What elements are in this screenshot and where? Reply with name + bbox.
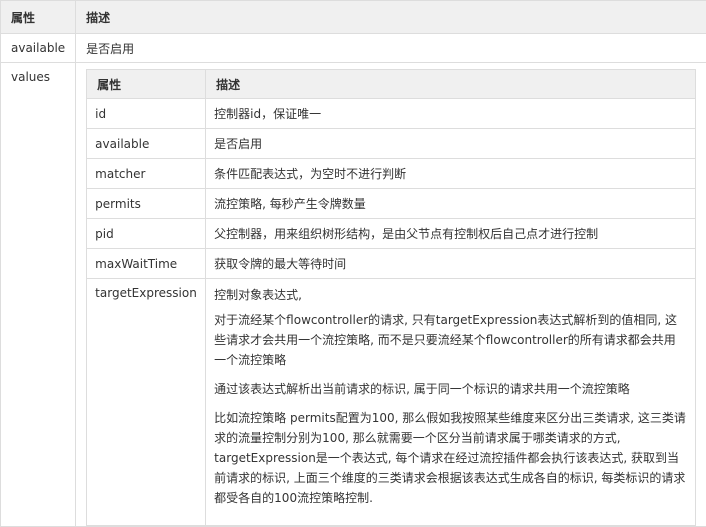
table-row: values 属性 描述 id 控制器id，保证唯一	[1, 63, 706, 527]
subproperty-description: 条件匹配表达式，为空时不进行判断	[206, 159, 696, 189]
subtable-row: matcher 条件匹配表达式，为空时不进行判断	[87, 159, 696, 189]
description-paragraph: 比如流控策略 permits配置为100, 那么假如我按照某些维度来区分出三类请…	[214, 408, 687, 508]
subproperty-key: permits	[87, 189, 206, 219]
subtable-row: maxWaitTime 获取令牌的最大等待时间	[87, 249, 696, 279]
subheader-property: 属性	[87, 70, 206, 99]
values-subtable: 属性 描述 id 控制器id，保证唯一 available 是否启用	[86, 69, 696, 526]
subproperty-key: id	[87, 99, 206, 129]
description-paragraph: 通过该表达式解析出当前请求的标识, 属于同一个标识的请求共用一个流控策略	[214, 379, 687, 399]
property-description: 是否启用	[76, 34, 706, 63]
subproperty-key: maxWaitTime	[87, 249, 206, 279]
subproperty-key: targetExpression	[87, 279, 206, 526]
subproperty-description: 控制对象表达式, 对于流经某个flowcontroller的请求, 只有targ…	[206, 279, 696, 526]
subproperty-key: pid	[87, 219, 206, 249]
subproperty-key: matcher	[87, 159, 206, 189]
subproperty-key: available	[87, 129, 206, 159]
subproperty-description: 获取令牌的最大等待时间	[206, 249, 696, 279]
header-property: 属性	[1, 1, 76, 34]
property-key: available	[1, 34, 76, 63]
subtable-row: targetExpression 控制对象表达式, 对于流经某个flowcont…	[87, 279, 696, 526]
description-paragraph: 对于流经某个flowcontroller的请求, 只有targetExpress…	[214, 310, 687, 370]
subtable-header-row: 属性 描述	[87, 70, 696, 99]
property-key: values	[1, 63, 76, 527]
subproperty-description: 流控策略, 每秒产生令牌数量	[206, 189, 696, 219]
subtable-row: pid 父控制器，用来组织树形结构，是由父节点有控制权后自己点才进行控制	[87, 219, 696, 249]
subproperty-description: 是否启用	[206, 129, 696, 159]
subtable-row: permits 流控策略, 每秒产生令牌数量	[87, 189, 696, 219]
table-row: available 是否启用	[1, 34, 706, 63]
subtable-row: id 控制器id，保证唯一	[87, 99, 696, 129]
subproperty-description: 父控制器，用来组织树形结构，是由父节点有控制权后自己点才进行控制	[206, 219, 696, 249]
properties-table: 属性 描述 available 是否启用 values 属性 描述	[0, 0, 706, 527]
nested-table-cell: 属性 描述 id 控制器id，保证唯一 available 是否启用	[76, 63, 706, 527]
subproperty-description: 控制器id，保证唯一	[206, 99, 696, 129]
subtable-row: available 是否启用	[87, 129, 696, 159]
table-header-row: 属性 描述	[1, 1, 706, 34]
subheader-description: 描述	[206, 70, 696, 99]
description-paragraph: 控制对象表达式,	[214, 286, 687, 304]
header-description: 描述	[76, 1, 706, 34]
